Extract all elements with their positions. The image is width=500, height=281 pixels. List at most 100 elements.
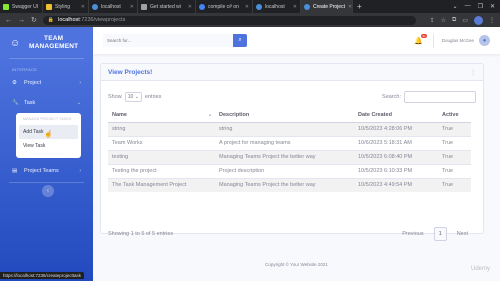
cell-date-created: 10/6/2023 5:18:31 AM — [354, 135, 438, 150]
cell-active: True — [438, 163, 471, 178]
card-header: View Projects! ⋮ — [101, 64, 483, 81]
cell-active: True — [438, 177, 471, 192]
folder-icon: ▤ — [12, 168, 18, 174]
minimize-icon[interactable]: — — [465, 3, 471, 10]
cell-name: Team Works — [108, 135, 215, 150]
close-tab-icon[interactable]: ✕ — [127, 4, 134, 10]
globe-favicon-icon — [256, 3, 262, 10]
search-label: Search: — [382, 94, 401, 100]
mouse-cursor-icon: ☝ — [44, 131, 53, 138]
sidebar-item-task[interactable]: 🔧 Task ⌄ — [0, 96, 93, 110]
browser-tab[interactable]: localhost ✕ — [89, 0, 138, 13]
page-button[interactable]: 1 — [433, 227, 447, 241]
alert-count-badge: 3+ — [421, 33, 427, 38]
search-icon: ⌕ — [238, 37, 242, 43]
column-header-name[interactable]: Name ▲ — [108, 109, 215, 123]
cell-name: The Task Management Project — [108, 177, 215, 192]
google-favicon-icon — [199, 3, 205, 10]
card-title: View Projects! — [108, 68, 153, 76]
search-button[interactable]: ⌕ — [233, 34, 247, 47]
footer-copyright: Copyright © Your Website 2021 — [265, 262, 328, 267]
sidebar-item-project-teams[interactable]: ▤ Project Teams › — [0, 164, 93, 178]
browser-address-bar: ← → ↻ 🔒 localhost:7236/viewprojects ⇪ ☆ … — [0, 13, 500, 27]
chevron-right-icon: › — [79, 80, 81, 86]
share-icon[interactable]: ⇪ — [430, 17, 435, 24]
column-header-description[interactable]: Description — [215, 109, 354, 123]
brand[interactable]: ☺ TEAM MANAGEMENT — [0, 27, 93, 54]
bookmark-star-icon[interactable]: ☆ — [441, 17, 446, 24]
chevron-right-icon: › — [79, 168, 81, 174]
search-input[interactable] — [103, 34, 233, 47]
user-icon: ● — [482, 37, 487, 44]
sidebar-toggle-button[interactable]: ‹ — [42, 185, 54, 197]
close-tab-icon[interactable]: ✕ — [78, 4, 85, 10]
sidebar-panel-icon[interactable]: ▭ — [462, 17, 468, 24]
alerts-button[interactable]: 🔔 3+ — [414, 33, 427, 45]
topbar: ⌕ 🔔 3+ Douglas McGee ● — [93, 27, 500, 54]
browser-tab-active[interactable]: Create Project ✕ — [301, 0, 353, 13]
table-row[interactable]: string string 10/5/2023 4:28:06 PM True — [108, 121, 471, 136]
reload-icon[interactable]: ↻ — [31, 16, 37, 24]
forward-icon[interactable]: → — [18, 17, 25, 24]
chevron-down-icon: ⌄ — [134, 94, 139, 100]
kebab-menu-icon[interactable]: ⋮ — [470, 69, 476, 76]
column-header-date-created[interactable]: Date Created — [354, 109, 438, 123]
profile-avatar[interactable] — [474, 15, 483, 25]
close-tab-icon[interactable]: ✕ — [345, 4, 352, 10]
extensions-icon[interactable]: ⧉ — [452, 17, 456, 24]
new-tab-icon[interactable]: + — [357, 2, 362, 11]
lock-icon[interactable]: 🔒 — [48, 17, 54, 23]
close-tab-icon[interactable]: ✕ — [242, 4, 249, 10]
table-controls: Show 10 ⌄ entries Search: — [108, 91, 476, 103]
tab-search-icon[interactable]: ⌄ — [453, 3, 458, 10]
pagination: Previous 1 Next — [396, 227, 474, 241]
topbar-divider — [432, 33, 434, 48]
table-row[interactable]: Team Works A project for managing teams … — [108, 135, 471, 150]
cell-name: Testing the project — [108, 163, 215, 178]
table-row[interactable]: testing Managing Teams Project the bette… — [108, 149, 471, 164]
sidebar: ☺ TEAM MANAGEMENT INTERFACE ⚙ Project › … — [0, 27, 93, 281]
table-header-row: Name ▲ Description Date Created Active — [108, 109, 471, 123]
browser-tab[interactable]: Swagger UI✕ — [0, 0, 43, 13]
bell-icon: 🔔 — [414, 37, 423, 45]
entries-select[interactable]: 10 ⌄ — [124, 92, 142, 102]
table-search-input[interactable] — [404, 91, 476, 103]
sort-asc-icon: ▲ — [208, 112, 212, 117]
previous-button[interactable]: Previous — [396, 227, 429, 241]
maximize-icon[interactable]: ❐ — [478, 3, 483, 10]
cell-description: Managing Teams Project the better way — [215, 149, 354, 164]
window-controls: ⌄ — ❐ ✕ — [453, 3, 500, 10]
brand-text: TEAM MANAGEMENT — [29, 35, 79, 50]
swagger-favicon-icon — [3, 3, 9, 10]
cell-date-created: 10/5/2023 6:10:33 PM — [354, 163, 438, 178]
close-tab-icon[interactable]: ✕ — [185, 4, 192, 10]
browser-tab[interactable]: Styling ✕ — [43, 0, 89, 13]
column-header-active[interactable]: Active — [438, 109, 471, 123]
projects-card: View Projects! ⋮ Show 10 ⌄ entries Searc… — [100, 63, 484, 241]
url-host: localhost — [58, 17, 80, 23]
next-button[interactable]: Next — [451, 227, 474, 241]
table-row[interactable]: Testing the project Project description … — [108, 163, 471, 178]
table-search: Search: — [382, 91, 476, 103]
submenu-item-view-task[interactable]: View Task — [19, 139, 78, 153]
submenu-heading: MANAGE PROJECT TASKS — [23, 117, 72, 121]
avatar[interactable]: ● — [479, 35, 490, 46]
browser-tab-bar: Swagger UI✕ Styling✕ localhost✕ Get star… — [0, 0, 500, 13]
browser-tab[interactable]: localhost ✕ — [253, 0, 301, 13]
laugh-wink-icon: ☺ — [10, 37, 21, 49]
table-row[interactable]: The Task Management Project Managing Tea… — [108, 177, 471, 192]
browser-tab[interactable]: Get started wi ✕ — [138, 0, 196, 13]
globe-favicon-icon — [304, 3, 310, 10]
url-field[interactable]: 🔒 localhost:7236/viewprojects — [42, 15, 416, 25]
udemy-watermark: Udemy — [470, 266, 490, 272]
browser-tab[interactable]: compile c# on ✕ — [196, 0, 253, 13]
cell-date-created: 10/5/2023 4:28:06 PM — [354, 121, 438, 136]
close-window-icon[interactable]: ✕ — [490, 3, 495, 10]
gear-icon: ⚙ — [12, 80, 17, 86]
close-tab-icon[interactable]: ✕ — [290, 4, 297, 10]
browser-menu-icon[interactable]: ⋮ — [489, 17, 495, 24]
sidebar-item-project[interactable]: ⚙ Project › — [0, 76, 93, 90]
chevron-down-icon: ⌄ — [76, 100, 81, 106]
back-icon[interactable]: ← — [5, 17, 12, 24]
user-name[interactable]: Douglas McGee — [442, 38, 474, 43]
